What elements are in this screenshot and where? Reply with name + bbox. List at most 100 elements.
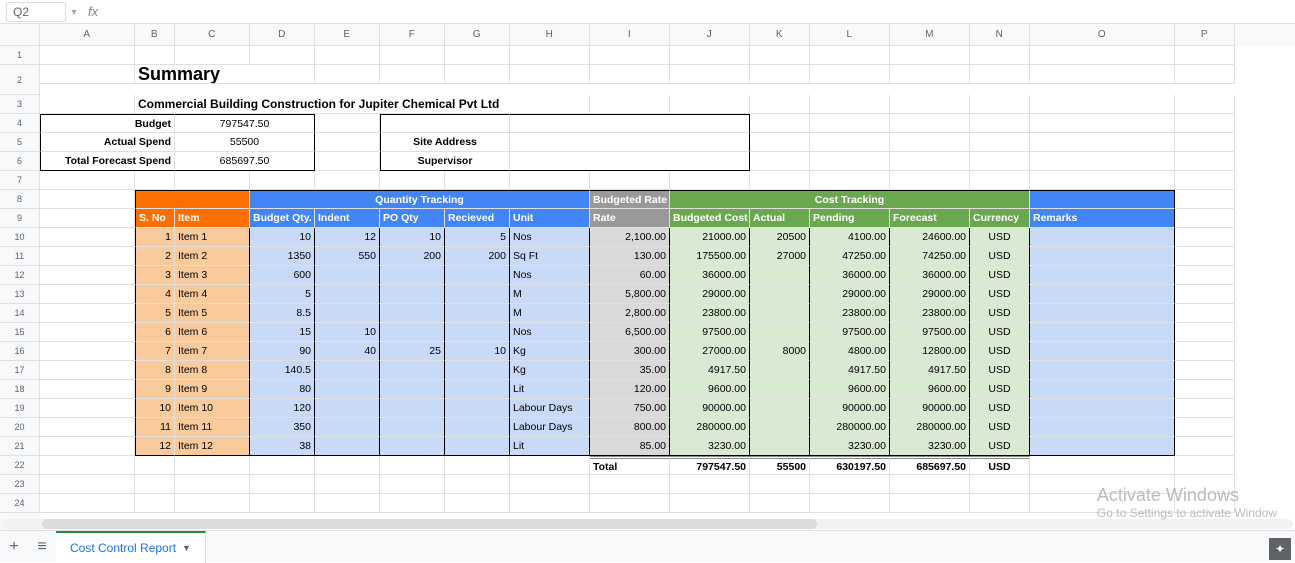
add-sheet-button[interactable]: + (0, 533, 28, 561)
cell[interactable] (1175, 133, 1235, 152)
data-bcost[interactable]: 27000.00 (670, 342, 750, 361)
data-unit[interactable]: M (510, 304, 590, 323)
row-header-4[interactable]: 4 (0, 114, 40, 133)
data-poq[interactable]: 200 (380, 247, 445, 266)
data-sno[interactable]: 4 (135, 285, 175, 304)
rate-header[interactable]: Rate (590, 209, 670, 228)
cell[interactable] (1030, 171, 1175, 190)
data-rate[interactable]: 2,100.00 (590, 228, 670, 247)
cell[interactable] (250, 475, 315, 494)
cell[interactable] (380, 65, 445, 84)
data-rate[interactable]: 5,800.00 (590, 285, 670, 304)
cell[interactable] (1175, 342, 1235, 361)
cell[interactable] (135, 456, 175, 475)
row-header-15[interactable]: 15 (0, 323, 40, 342)
cell[interactable] (670, 494, 750, 513)
cell[interactable] (510, 456, 590, 475)
col-header-J[interactable]: J (670, 24, 750, 46)
data-bcost[interactable]: 90000.00 (670, 399, 750, 418)
cell[interactable] (250, 456, 315, 475)
data-pending[interactable]: 4100.00 (810, 228, 890, 247)
cell[interactable] (970, 475, 1030, 494)
data-pending[interactable]: 97500.00 (810, 323, 890, 342)
data-pending[interactable]: 23800.00 (810, 304, 890, 323)
cell[interactable] (40, 418, 135, 437)
cell[interactable] (40, 95, 135, 114)
data-currency[interactable]: USD (970, 380, 1030, 399)
data-remarks[interactable] (1030, 418, 1175, 437)
data-item[interactable]: Item 6 (175, 323, 250, 342)
data-item[interactable]: Item 2 (175, 247, 250, 266)
cell[interactable] (1030, 475, 1175, 494)
data-poq[interactable] (380, 304, 445, 323)
budget-qty-header[interactable]: Budget Qty. (250, 209, 315, 228)
data-currency[interactable]: USD (970, 266, 1030, 285)
row-header-17[interactable]: 17 (0, 361, 40, 380)
cell[interactable] (1175, 65, 1235, 84)
data-pending[interactable]: 4800.00 (810, 342, 890, 361)
data-rcv[interactable] (445, 304, 510, 323)
cell[interactable] (1175, 475, 1235, 494)
data-forecast[interactable]: 12800.00 (890, 342, 970, 361)
cell[interactable] (250, 171, 315, 190)
cell[interactable] (1030, 152, 1175, 171)
data-currency[interactable]: USD (970, 247, 1030, 266)
cell[interactable] (750, 114, 810, 133)
data-forecast[interactable]: 74250.00 (890, 247, 970, 266)
cell[interactable] (670, 95, 750, 114)
data-actual[interactable] (750, 361, 810, 380)
row-header-9[interactable]: 9 (0, 209, 40, 228)
cell[interactable] (175, 171, 250, 190)
cell[interactable] (315, 171, 380, 190)
row-header-24[interactable]: 24 (0, 494, 40, 513)
cell[interactable] (1030, 456, 1175, 475)
received-header[interactable]: Recieved (445, 209, 510, 228)
supervisor-label[interactable]: Supervisor (380, 152, 510, 171)
data-bcost[interactable]: 23800.00 (670, 304, 750, 323)
col-header-O[interactable]: O (1030, 24, 1175, 46)
data-unit[interactable]: Kg (510, 342, 590, 361)
data-sno[interactable]: 3 (135, 266, 175, 285)
cell[interactable] (810, 65, 890, 84)
cell[interactable] (890, 494, 970, 513)
data-currency[interactable]: USD (970, 342, 1030, 361)
cell[interactable] (40, 399, 135, 418)
data-poq[interactable] (380, 361, 445, 380)
data-bq[interactable]: 600 (250, 266, 315, 285)
cell[interactable] (750, 152, 810, 171)
cell[interactable] (1175, 152, 1235, 171)
data-bcost[interactable]: 4917.50 (670, 361, 750, 380)
data-sno[interactable]: 10 (135, 399, 175, 418)
total-cur[interactable]: USD (970, 456, 1030, 475)
cell[interactable] (135, 494, 175, 513)
cell[interactable] (40, 494, 135, 513)
cell[interactable] (380, 456, 445, 475)
data-bq[interactable]: 8.5 (250, 304, 315, 323)
total-pend[interactable]: 630197.50 (810, 456, 890, 475)
data-pending[interactable]: 29000.00 (810, 285, 890, 304)
col-header-L[interactable]: L (810, 24, 890, 46)
data-sno[interactable]: 8 (135, 361, 175, 380)
data-pending[interactable]: 3230.00 (810, 437, 890, 456)
data-bq[interactable]: 140.5 (250, 361, 315, 380)
cell[interactable] (810, 133, 890, 152)
row-header-3[interactable]: 3 (0, 95, 40, 114)
data-unit[interactable]: Nos (510, 323, 590, 342)
cell[interactable] (970, 133, 1030, 152)
col-header-M[interactable]: M (890, 24, 970, 46)
cell[interactable] (40, 361, 135, 380)
data-rate[interactable]: 800.00 (590, 418, 670, 437)
data-poq[interactable] (380, 380, 445, 399)
data-remarks[interactable] (1030, 247, 1175, 266)
data-item[interactable]: Item 4 (175, 285, 250, 304)
data-forecast[interactable]: 97500.00 (890, 323, 970, 342)
data-currency[interactable]: USD (970, 437, 1030, 456)
cell[interactable] (135, 171, 175, 190)
data-actual[interactable] (750, 418, 810, 437)
data-poq[interactable] (380, 399, 445, 418)
data-currency[interactable]: USD (970, 399, 1030, 418)
cell[interactable] (890, 65, 970, 84)
cell[interactable] (1030, 65, 1175, 84)
data-rate[interactable]: 6,500.00 (590, 323, 670, 342)
all-sheets-button[interactable]: ≡ (28, 533, 56, 561)
